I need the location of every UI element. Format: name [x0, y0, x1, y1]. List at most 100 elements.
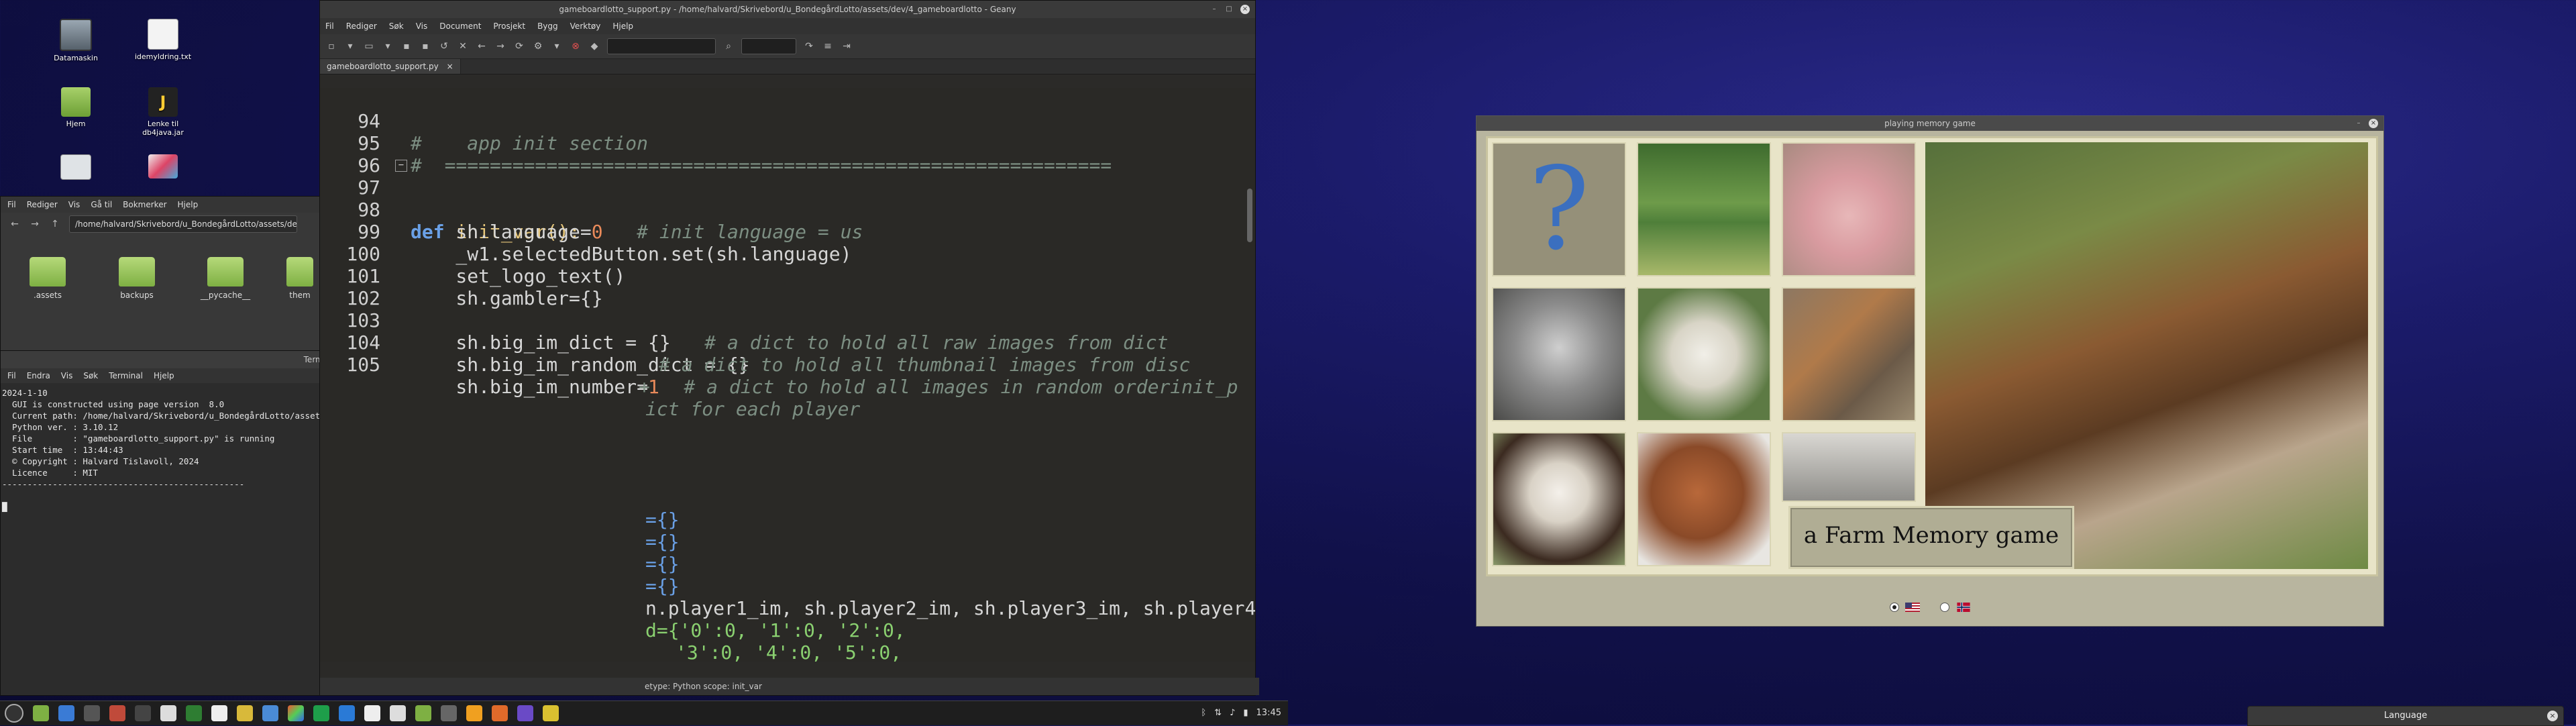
color-picker-icon[interactable]: ◆ — [588, 40, 600, 52]
language-panel[interactable]: Language × — [2247, 706, 2564, 726]
desktop-icon-home[interactable]: Hjem — [46, 87, 106, 128]
card-tractor[interactable] — [1782, 432, 1916, 502]
desktop-icon-java-jar[interactable]: J Lenke til db4java.jar — [133, 87, 193, 137]
menu-item-tools[interactable]: Verktøy — [570, 18, 601, 34]
menu-item-terminal[interactable]: Terminal — [109, 368, 143, 383]
card-piglets[interactable] — [1782, 142, 1916, 276]
menu-item-file[interactable]: Fil — [7, 197, 16, 213]
search-input[interactable] — [607, 38, 716, 54]
menu-item-help[interactable]: Hjelp — [154, 368, 174, 383]
dropdown-icon[interactable]: ▾ — [382, 40, 394, 52]
card-milk-separator[interactable] — [1492, 287, 1626, 421]
firefox-icon[interactable] — [492, 705, 508, 721]
folder-item[interactable]: .assets — [17, 257, 78, 300]
terminal-icon[interactable] — [84, 705, 100, 721]
close-icon[interactable]: × — [2369, 119, 2378, 128]
menu-item-view[interactable]: Vis — [416, 18, 428, 34]
radio-button-selected[interactable] — [1889, 603, 1899, 612]
revert-icon[interactable]: ↺ — [438, 40, 450, 52]
card-farm-landscape[interactable] — [1637, 142, 1771, 276]
tab-gameboardlotto-support[interactable]: gameboardlotto_support.py × — [320, 59, 461, 74]
close-file-icon[interactable]: ✕ — [457, 40, 469, 52]
open-file-icon[interactable]: ▭ — [363, 40, 375, 52]
files-app-icon[interactable] — [415, 705, 431, 721]
jump-icon[interactable]: ↷ — [803, 40, 815, 52]
language-option-no[interactable] — [1940, 603, 1971, 612]
desktop-icon-trash[interactable] — [46, 154, 106, 183]
dropdown-icon[interactable]: ▾ — [551, 40, 563, 52]
menu-item-file[interactable]: Fil — [7, 368, 16, 383]
app-icon[interactable] — [517, 705, 533, 721]
calc-icon[interactable] — [364, 705, 380, 721]
desktop-icon-computer[interactable]: Datamaskin — [46, 19, 106, 62]
start-menu-icon[interactable] — [5, 704, 23, 723]
save-icon[interactable]: ▪ — [400, 40, 413, 52]
radio-button[interactable] — [1940, 603, 1949, 612]
hidden-card[interactable]: ? — [1492, 142, 1626, 276]
browser-icon[interactable] — [58, 705, 74, 721]
volume-icon[interactable]: ♪ — [1230, 701, 1235, 725]
gear-icon[interactable]: ⚙ — [532, 40, 544, 52]
text-editor-icon[interactable] — [109, 705, 125, 721]
inkscape-icon[interactable] — [211, 705, 227, 721]
close-icon[interactable]: × — [1240, 5, 1250, 14]
folder-item[interactable]: them — [281, 257, 319, 300]
menu-item-help[interactable]: Hjelp — [178, 197, 199, 213]
maximize-icon[interactable]: □ — [1224, 5, 1234, 14]
menu-item-file[interactable]: Fil — [325, 18, 334, 34]
file-icon[interactable] — [390, 705, 406, 721]
folder-item[interactable]: __pycache__ — [195, 257, 256, 300]
language-option-us[interactable] — [1889, 603, 1920, 612]
minimize-icon[interactable]: – — [2354, 119, 2363, 128]
location-path-input[interactable]: /home/halvard/Skrivebord/u_BondegårdLott… — [69, 215, 297, 233]
menu-item-search[interactable]: Søk — [389, 18, 404, 34]
code-editor[interactable]: 94 # app init section 95 # =============… — [320, 88, 1255, 662]
card-dog[interactable] — [1492, 432, 1626, 566]
save-all-icon[interactable]: ▪ — [419, 40, 431, 52]
bluetooth-icon[interactable]: ᛒ — [1201, 701, 1206, 725]
graphics-icon[interactable] — [288, 705, 304, 721]
forward-arrow-icon[interactable]: → — [29, 218, 41, 230]
minimize-icon[interactable]: – — [1210, 5, 1219, 14]
back-arrow-icon[interactable]: ← — [9, 218, 21, 230]
menu-item-build[interactable]: Bygg — [537, 18, 558, 34]
network-icon[interactable]: ⇅ — [1214, 701, 1222, 725]
menu-item-edit[interactable]: Rediger — [346, 18, 377, 34]
card-horse[interactable] — [1637, 432, 1771, 566]
menu-item-view[interactable]: Vis — [61, 368, 73, 383]
stop-icon[interactable]: ⊗ — [570, 40, 582, 52]
goto-line-input[interactable] — [741, 38, 796, 54]
writer-icon[interactable] — [339, 705, 355, 721]
geany-icon[interactable] — [466, 705, 482, 721]
list-icon[interactable]: ≡ — [822, 40, 834, 52]
menu-item-search[interactable]: Søk — [83, 368, 98, 383]
app-icon[interactable] — [135, 705, 151, 721]
fold-toggle-icon[interactable]: − — [395, 160, 407, 172]
back-arrow-icon[interactable]: ← — [476, 40, 488, 52]
menu-item-document[interactable]: Document — [439, 18, 481, 34]
menu-item-help[interactable]: Hjelp — [612, 18, 633, 34]
menu-item-bookmarks[interactable]: Bokmerker — [123, 197, 166, 213]
up-arrow-icon[interactable]: ↑ — [49, 218, 61, 230]
editor-scrollbar[interactable] — [1247, 189, 1252, 242]
desktop-icon-textfile[interactable]: idemyldring.txt — [133, 19, 193, 61]
game-app-icon[interactable] — [543, 705, 559, 721]
new-file-icon[interactable]: ▫ — [325, 40, 337, 52]
show-desktop-icon[interactable] — [33, 705, 49, 721]
close-icon[interactable]: × — [447, 62, 453, 71]
menu-item-edit[interactable]: Endra — [27, 368, 50, 383]
window-icon[interactable] — [441, 705, 457, 721]
exit-icon[interactable]: ⇥ — [841, 40, 853, 52]
folder-icon[interactable] — [237, 705, 253, 721]
forward-arrow-icon[interactable]: → — [494, 40, 506, 52]
clock[interactable]: 13:45 — [1256, 701, 1281, 725]
card-chickens[interactable] — [1782, 287, 1916, 421]
menu-item-view[interactable]: Vis — [68, 197, 80, 213]
document-icon[interactable] — [160, 705, 176, 721]
card-goat[interactable] — [1637, 287, 1771, 421]
monitor-icon[interactable] — [262, 705, 278, 721]
search-icon[interactable]: ⌕ — [722, 40, 735, 52]
battery-icon[interactable]: ▮ — [1243, 701, 1248, 725]
folder-item[interactable]: backups — [107, 257, 167, 300]
dropdown-icon[interactable]: ▾ — [344, 40, 356, 52]
